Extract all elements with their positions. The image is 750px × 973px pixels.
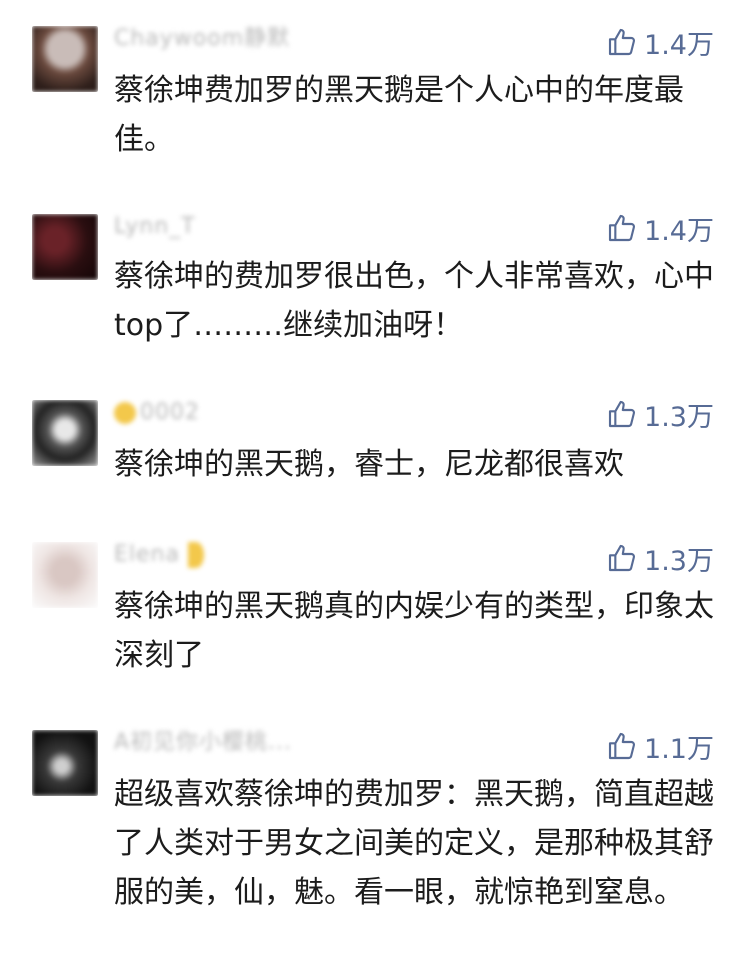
emoji-icon [114,402,136,424]
like-button[interactable]: 1.1万 [606,728,714,765]
like-button[interactable]: 1.3万 [606,540,714,577]
avatar[interactable] [32,542,98,608]
like-count: 1.3万 [644,401,714,433]
username[interactable]: Lynn_T [114,214,196,240]
like-count: 1.1万 [644,733,714,765]
avatar[interactable] [32,214,98,280]
avatar[interactable] [32,400,98,466]
username[interactable]: Chaywoom静默 [114,26,290,52]
username[interactable]: 0002 [114,400,200,426]
avatar[interactable] [32,26,98,92]
comment-text: 蔡徐坤费加罗的黑天鹅是个人心中的年度最佳。 [114,73,684,157]
avatar[interactable] [32,730,98,796]
comment-text: 超级喜欢蔡徐坤的费加罗：黑天鹅，简直超越了人类对于男女之间美的定义，是那种极其舒… [114,777,714,910]
comment-text: 蔡徐坤的黑天鹅真的内娱少有的类型，印象太深刻了 [114,589,714,673]
username[interactable]: Elena [114,542,204,568]
like-button[interactable]: 1.4万 [606,210,714,247]
comment-text: 蔡徐坤的黑天鹅，睿士，尼龙都很喜欢 [114,447,624,482]
like-count: 1.4万 [644,29,714,61]
like-button[interactable]: 1.4万 [606,24,714,61]
thumbs-up-icon [606,26,638,58]
thumbs-up-icon [606,398,638,430]
thumbs-up-icon [606,542,638,574]
moon-icon [187,542,204,568]
thumbs-up-icon [606,730,638,762]
username[interactable]: A初见你小樱桃... [114,730,292,756]
like-count: 1.3万 [644,545,714,577]
comment-text: 蔡徐坤的费加罗很出色，个人非常喜欢，心中top了………继续加油呀！ [114,259,714,343]
like-button[interactable]: 1.3万 [606,396,714,433]
thumbs-up-icon [606,212,638,244]
like-count: 1.4万 [644,215,714,247]
